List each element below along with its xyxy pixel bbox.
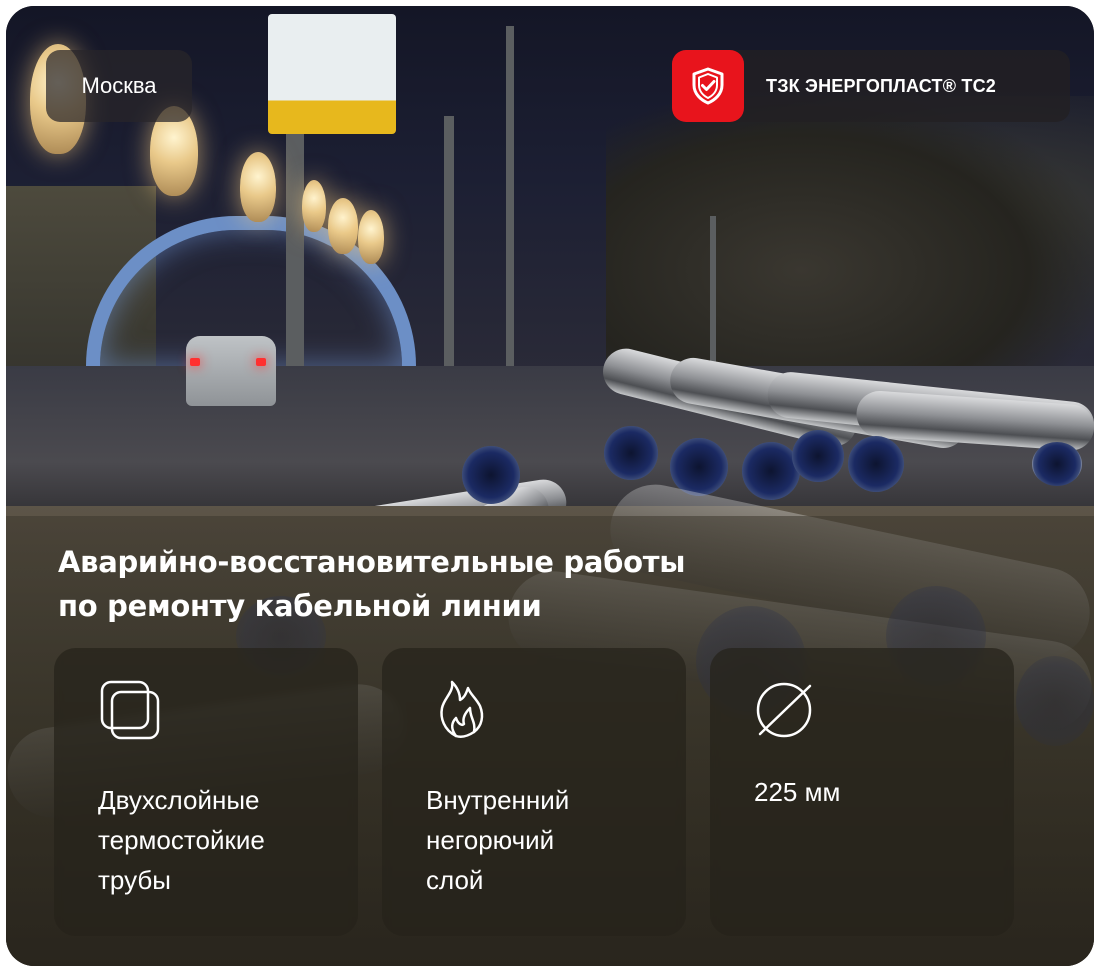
double-layer-icon — [98, 678, 164, 744]
decorative-lamp — [240, 152, 276, 222]
pipe-end — [462, 446, 520, 504]
brand-name: ТЗК ЭНЕРГОПЛАСТ® ТС2 — [766, 75, 996, 96]
feature-text-line: слой — [426, 865, 484, 895]
pipe-end — [792, 430, 844, 482]
location-city: Москва — [81, 73, 157, 98]
feature-text-line: Двухслойные — [98, 785, 260, 815]
decorative-lamp — [358, 210, 384, 264]
feature-text-line: негорючий — [426, 825, 555, 855]
street-pole — [506, 26, 514, 366]
location-badge: Москва — [46, 50, 192, 122]
road-signs — [268, 14, 396, 134]
feature-text-line: Внутренний — [426, 785, 570, 815]
project-card[interactable]: Москва ТЗК ЭНЕРГОПЛАСТ® ТС2 Аварийно-вос… — [6, 6, 1094, 966]
pipe-end — [1032, 442, 1082, 486]
feature-text: Двухслойные термостойкие трубы — [98, 780, 338, 900]
car-tail-light — [190, 358, 200, 366]
feature-card-diameter: 225 мм — [710, 648, 1014, 936]
feature-text-line: термостойкие — [98, 825, 265, 855]
feature-text: 225 мм — [754, 772, 994, 812]
decorative-lamp — [302, 180, 326, 232]
title-line: по ремонту кабельной линии — [58, 589, 542, 623]
car — [186, 336, 276, 406]
feature-text: Внутренний негорючий слой — [426, 780, 666, 900]
pipe-end — [848, 436, 904, 492]
feature-list: Двухслойные термостойкие трубы Внутренни… — [54, 648, 1014, 936]
title-line: Аварийно-восстановительные работы — [58, 545, 686, 579]
feature-text-line: трубы — [98, 865, 171, 895]
brand-badge: ТЗК ЭНЕРГОПЛАСТ® ТС2 — [672, 50, 1070, 122]
flame-icon — [426, 678, 492, 744]
street-pole — [444, 116, 454, 386]
pipe-end — [670, 438, 728, 496]
feature-text-line: 225 мм — [754, 777, 841, 807]
shield-check-icon — [672, 50, 744, 122]
feature-card-nonflammable: Внутренний негорючий слой — [382, 648, 686, 936]
pipe-end — [604, 426, 658, 480]
trees — [606, 96, 1094, 386]
page-title: Аварийно-восстановительные работы по рем… — [58, 540, 818, 628]
car-tail-light — [256, 358, 266, 366]
decorative-lamp — [328, 198, 358, 254]
diameter-icon — [754, 678, 820, 744]
feature-card-double-layer: Двухслойные термостойкие трубы — [54, 648, 358, 936]
pipe-end — [742, 442, 800, 500]
